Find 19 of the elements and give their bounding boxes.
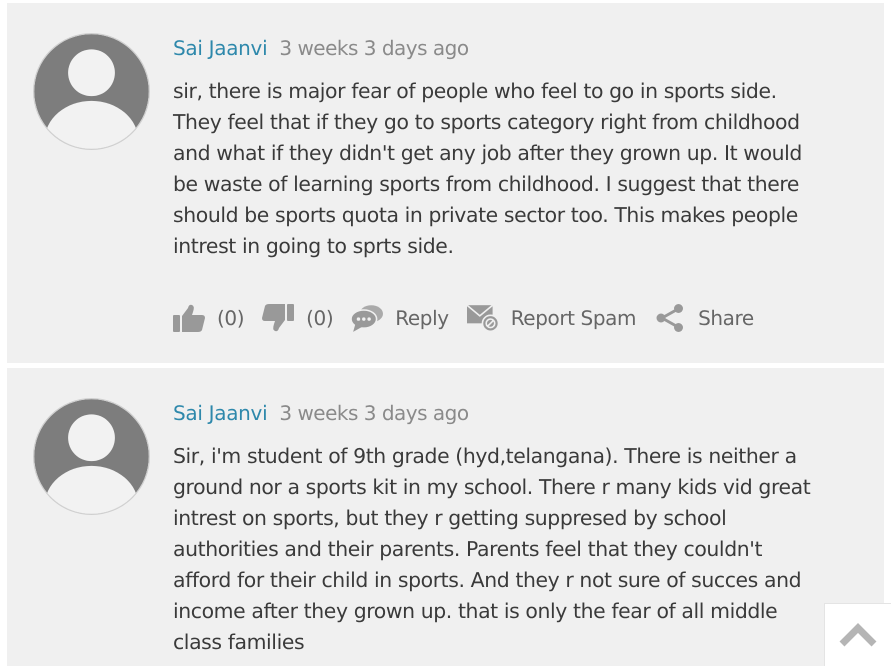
envelope-blocked-icon bbox=[466, 304, 499, 332]
dislike-button[interactable]: (0) bbox=[262, 304, 334, 332]
speech-bubbles-icon bbox=[351, 304, 384, 332]
like-button[interactable]: (0) bbox=[173, 304, 244, 332]
author-link[interactable]: Sai Jaanvi bbox=[173, 33, 268, 64]
thumbs-down-icon bbox=[262, 304, 294, 332]
share-button[interactable]: Share bbox=[654, 304, 754, 332]
reply-button[interactable]: Reply bbox=[351, 304, 449, 332]
comment-text: Sir, i'm student of 9th grade (hyd,telangana). There is neither a ground nor a sports kit in my school. There r many kids vid great intrest on sports, but they r getting suppresed by school authorities and their parents. Parents feel that they couldn't afford for their child in sports. And they r not sure of succes and income after they grown up. that is only the fear of all middle class families bbox=[173, 443, 812, 656]
chevron-up-icon bbox=[838, 623, 878, 647]
author-link[interactable]: Sai Jaanvi bbox=[173, 398, 268, 429]
comment-text: sir, there is major fear of people who feel to go in sports side. They feel that if they go to sports category right from childhood and what if they didn't get any job after they grown up. It would be waste of learning sports from childhood. I suggest that there should be sports quota in private sector too. This makes people intrest in going to sprts side. bbox=[173, 78, 803, 260]
scroll-to-top-button[interactable] bbox=[824, 603, 891, 666]
report-spam-button[interactable]: Report Spam bbox=[466, 304, 636, 332]
avatar-icon bbox=[33, 398, 150, 515]
comment-time: 3 weeks 3 days ago bbox=[279, 35, 469, 62]
thumbs-up-icon bbox=[173, 304, 205, 332]
comment-time: 3 weeks 3 days ago bbox=[279, 400, 469, 427]
avatar-icon bbox=[33, 33, 150, 150]
